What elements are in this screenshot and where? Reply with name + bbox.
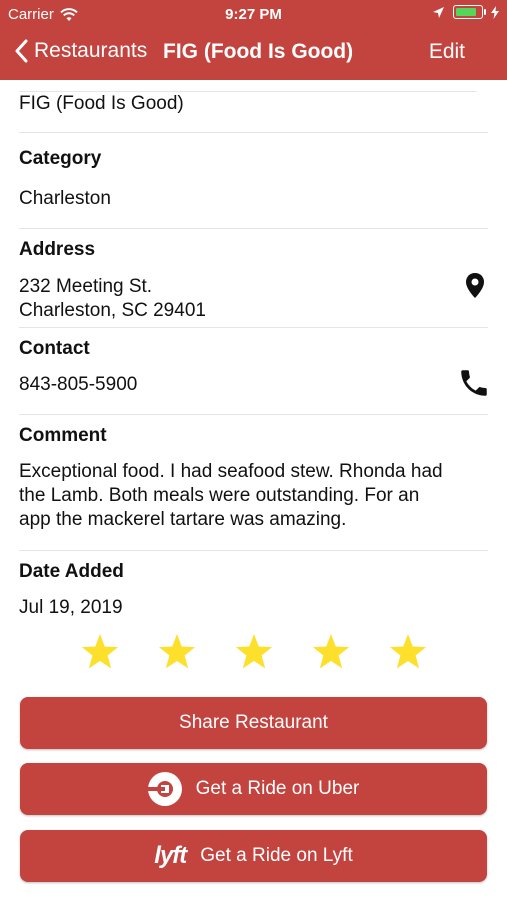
divider [19,327,488,328]
location-arrow-icon [433,6,444,18]
comment-line-2: the Lamb. Both meals were outstanding. F… [19,485,420,506]
contact-label: Contact [19,338,90,359]
share-restaurant-button[interactable]: Share Restaurant [20,697,487,749]
location-pin-icon[interactable] [464,272,486,300]
star-icon[interactable] [80,632,120,672]
uber-button-label: Get a Ride on Uber [195,778,360,799]
phone-number: 843-805-5900 [19,374,138,395]
category-label: Category [19,148,102,169]
battery-icon [453,5,486,19]
divider [19,91,477,92]
app-header: Carrier 9:27 PM Restaurants FIG (Food Is… [0,0,507,80]
star-rating[interactable] [0,632,507,672]
divider [19,132,488,133]
page-title: FIG (Food Is Good) [163,40,354,63]
star-icon[interactable] [157,632,197,672]
status-bar: Carrier 9:27 PM [0,0,507,28]
lyft-button-label: Get a Ride on Lyft [200,845,353,866]
lyft-ride-button[interactable]: lyft Get a Ride on Lyft [20,830,487,882]
edit-button[interactable]: Edit [429,40,465,64]
lyft-logo-icon: lyft [154,842,187,869]
restaurant-name: FIG (Food Is Good) [19,93,184,114]
category-value: Charleston [19,188,111,209]
address-line-2: Charleston, SC 29401 [19,300,206,321]
chevron-left-icon [15,39,28,63]
navigation-bar: Restaurants FIG (Food Is Good) Edit [0,28,507,76]
phone-icon[interactable] [457,366,491,400]
star-icon[interactable] [388,632,428,672]
comment-label: Comment [19,425,107,446]
date-added-label: Date Added [19,561,124,582]
uber-ride-button[interactable]: Get a Ride on Uber [20,763,487,815]
address-label: Address [19,239,96,260]
divider [19,414,488,415]
comment-line-1: Exceptional food. I had seafood stew. Rh… [19,461,443,482]
status-time: 9:27 PM [225,6,282,23]
back-button-label: Restaurants [34,39,148,62]
charging-icon [491,5,499,19]
back-button[interactable]: Restaurants [14,39,147,63]
date-added-value: Jul 19, 2019 [19,597,123,618]
share-button-label: Share Restaurant [179,712,328,733]
address-line-1: 232 Meeting St. [19,276,153,297]
comment-line-3: app the mackerel tartare was amazing. [19,509,347,530]
divider [19,228,488,229]
star-icon[interactable] [234,632,274,672]
uber-logo-icon [147,772,182,806]
divider [19,550,488,551]
star-icon[interactable] [311,632,351,672]
status-right [432,5,499,19]
